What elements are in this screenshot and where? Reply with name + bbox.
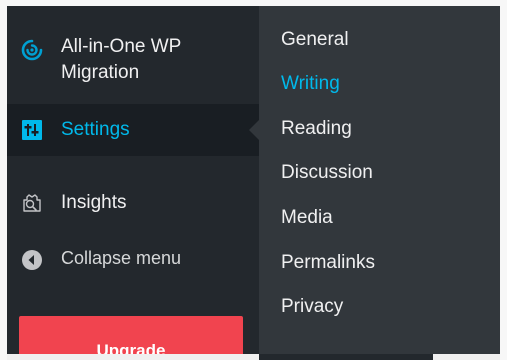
sidebar-item-all-in-one-wp-migration[interactable]: All-in-One WP Migration: [7, 24, 259, 104]
submenu-item-writing[interactable]: Writing: [281, 71, 340, 97]
submenu-item-reading[interactable]: Reading: [281, 116, 352, 142]
sidebar-item-label: Settings: [61, 119, 130, 140]
sidebar-item-label: All-in-One WP Migration: [61, 36, 182, 83]
admin-sidebar: All-in-One WP Migration Settings Insight…: [7, 6, 259, 356]
submenu-item-discussion[interactable]: Discussion: [281, 160, 373, 186]
bottom-edge-dark: [259, 354, 433, 360]
bottom-edge: [7, 354, 500, 360]
insights-icon: [20, 191, 44, 215]
collapse-arrow-icon: [20, 248, 44, 272]
submenu-item-general[interactable]: General: [281, 27, 349, 53]
submenu-item-privacy[interactable]: Privacy: [281, 294, 343, 320]
left-border: [0, 0, 7, 360]
collapse-menu-button[interactable]: Collapse menu: [7, 242, 259, 278]
sidebar-item-label: Insights: [61, 192, 127, 213]
sidebar-item-insights[interactable]: Insights: [7, 184, 259, 224]
submenu-item-media[interactable]: Media: [281, 205, 333, 231]
right-border: [500, 0, 507, 360]
submenu-pointer-arrow: [249, 120, 259, 140]
settings-icon: [20, 118, 44, 142]
collapse-menu-label: Collapse menu: [61, 248, 182, 268]
sidebar-item-settings[interactable]: Settings: [7, 104, 259, 156]
upgrade-button[interactable]: Upgrade: [19, 316, 243, 356]
settings-submenu: General Writing Reading Discussion Media…: [259, 6, 500, 356]
submenu-item-permalinks[interactable]: Permalinks: [281, 250, 375, 276]
migration-icon: [20, 38, 44, 62]
